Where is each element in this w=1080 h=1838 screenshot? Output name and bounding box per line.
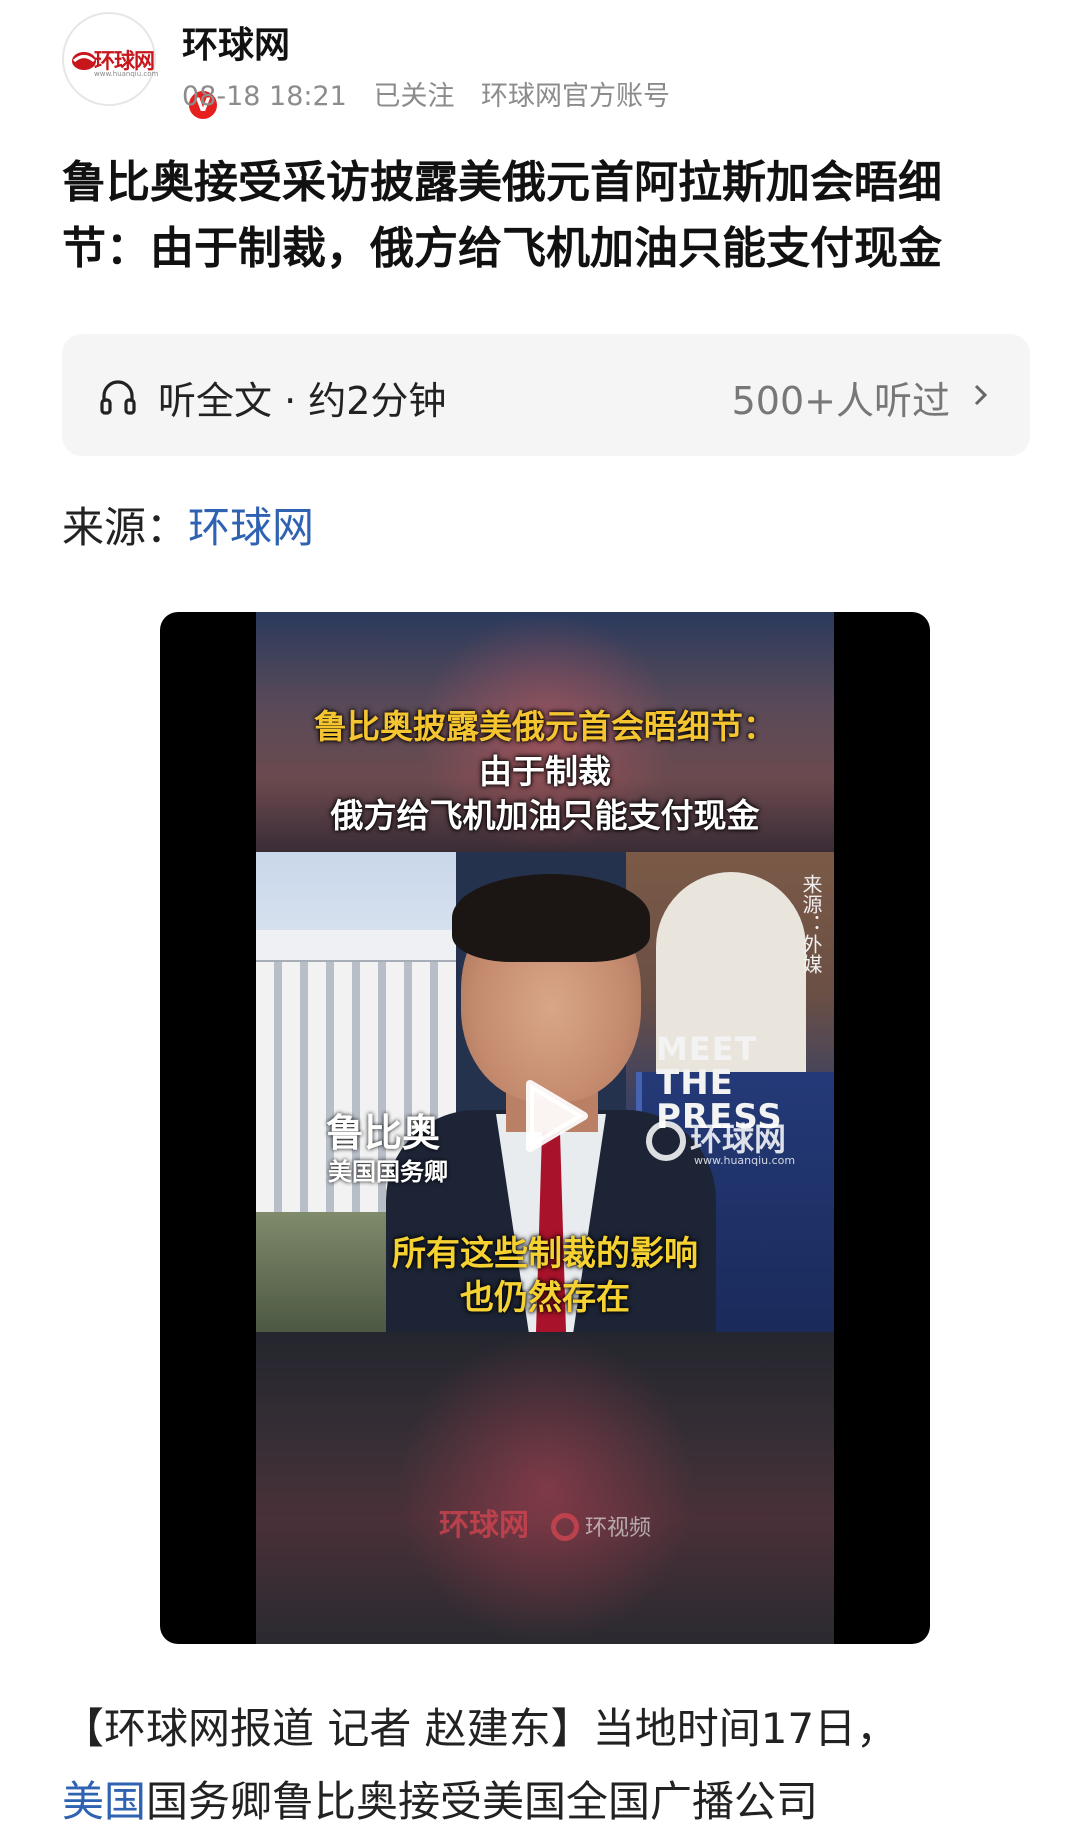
follow-status[interactable]: 已关注 — [373, 81, 454, 112]
video-subtitle-line1: 所有这些制裁的影响 — [392, 1234, 698, 1274]
bottom-logo-huanshipin: 环视频 — [584, 1516, 651, 1541]
watermark-url: www.huanqiu.com — [694, 1154, 796, 1167]
white-house-roof — [256, 930, 456, 964]
meet-the-press-line1: MEET — [656, 1030, 758, 1068]
watermark-logo-icon — [646, 1121, 686, 1161]
chevron-right-icon — [974, 384, 988, 406]
video-source-tag: 来源：外媒 — [799, 874, 823, 974]
body-text-part2: 国务卿鲁比奥接受美国全国广播公司 — [146, 1777, 819, 1826]
huanshipin-logo-icon — [550, 1512, 579, 1541]
video-subtitle: 所有这些制裁的影响 也仍然存在 — [256, 1232, 834, 1320]
source-label: 来源： — [62, 503, 189, 552]
article-header: 环球网 www.huanqiu.com V 环球网 08-18 18:21 已关… — [0, 0, 1080, 122]
headphone-icon — [100, 380, 136, 415]
watermark-text: 环球网 — [690, 1120, 787, 1158]
video-headline-line2: 由于制裁 — [479, 752, 611, 791]
article-source: 来源：环球网 — [62, 494, 314, 555]
meta-line: 08-18 18:21 已关注 环球网官方账号 — [182, 74, 688, 113]
video-headline-line1: 鲁比奥披露美俄元首会晤细节： — [314, 707, 776, 746]
source-link[interactable]: 环球网 — [188, 503, 314, 552]
speaker-name: 鲁比奥 — [326, 1111, 441, 1155]
video-headline: 鲁比奥披露美俄元首会晤细节： 由于制裁 俄方给飞机加油只能支付现金 — [256, 704, 834, 838]
listen-label: 听全文 · 约2分钟 — [158, 379, 447, 423]
video-subtitle-line2: 也仍然存在 — [460, 1278, 630, 1318]
body-text-part1: 【环球网报道 记者 赵建东】当地时间17日， — [62, 1704, 899, 1753]
account-name[interactable]: 环球网 — [182, 16, 290, 68]
speaker-hair — [452, 874, 650, 962]
account-type: 环球网官方账号 — [481, 81, 671, 112]
avatar-logo-sub: www.huanqiu.com — [94, 70, 159, 78]
listen-full-text-bar[interactable]: 听全文 · 约2分钟 500+人听过 — [62, 334, 1030, 456]
listen-count: 500+人听过 — [731, 379, 950, 423]
video-headline-line3: 俄方给飞机加油只能支付现金 — [330, 796, 760, 835]
article-title: 鲁比奥接受采访披露美俄元首阿拉斯加会晤细节：由于制裁，俄方给飞机加油只能支付现金 — [62, 157, 942, 274]
avatar[interactable]: 环球网 www.huanqiu.com V — [62, 12, 220, 122]
video-bottom-glow — [396, 1332, 696, 1644]
video-player[interactable]: 鲁比奥披露美俄元首会晤细节： 由于制裁 俄方给飞机加油只能支付现金 来源：外媒 … — [160, 612, 930, 1644]
speaker-role: 美国国务卿 — [328, 1158, 448, 1186]
video-bottom-logos: 环球网 环视频 — [256, 1500, 834, 1544]
body-link-usa[interactable]: 美国 — [62, 1777, 146, 1826]
play-icon[interactable] — [514, 1076, 594, 1156]
bottom-logo-huanqiu: 环球网 — [438, 1508, 529, 1543]
post-datetime: 08-18 18:21 — [182, 81, 347, 112]
article-body: 【环球网报道 记者 赵建东】当地时间17日， 美国国务卿鲁比奥接受美国全国广播公… — [62, 1692, 1052, 1838]
